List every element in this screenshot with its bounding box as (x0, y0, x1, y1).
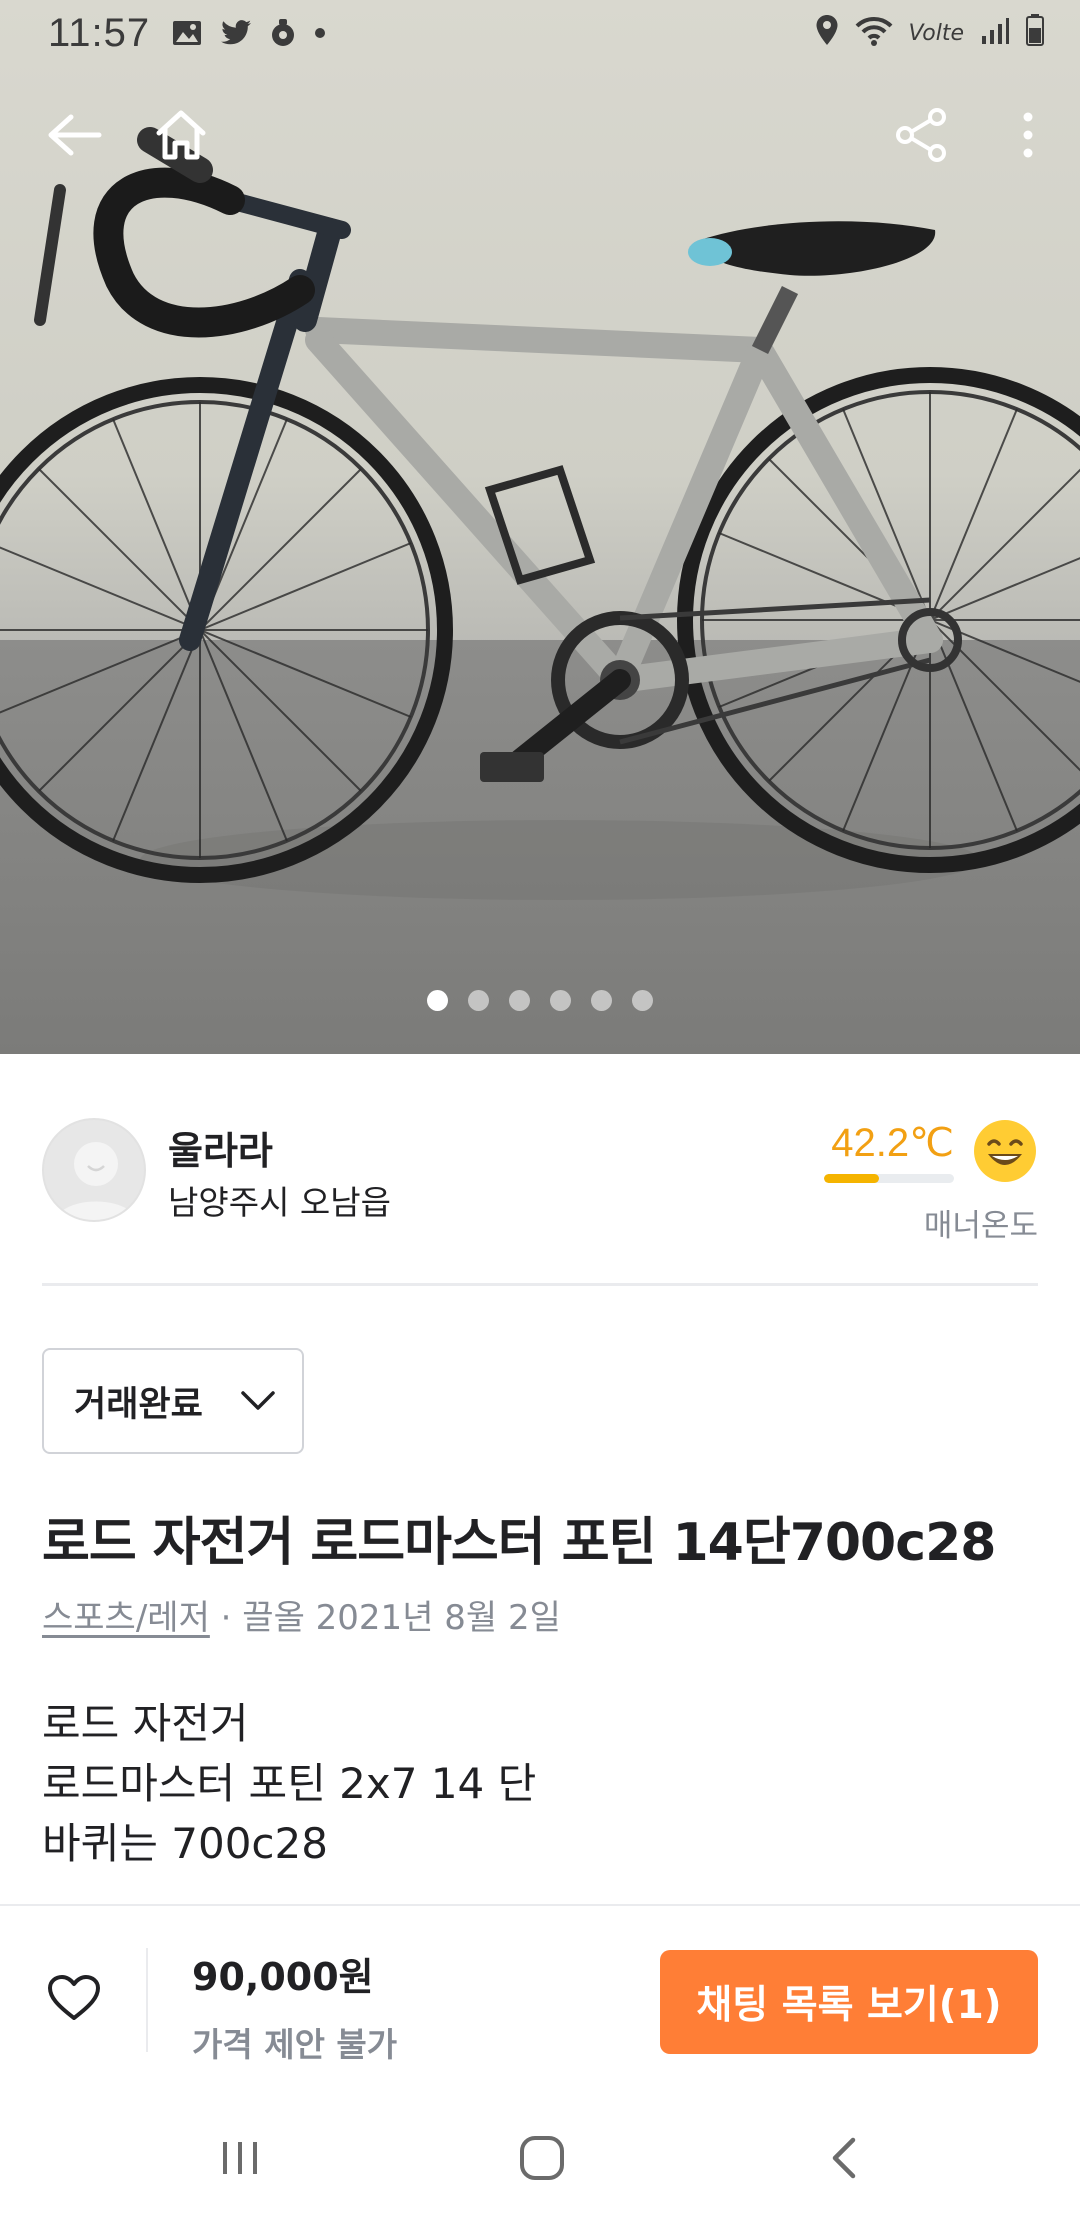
recent-apps-button[interactable] (210, 2130, 270, 2186)
home-button[interactable] (146, 100, 216, 170)
section-divider (42, 1283, 1038, 1286)
default-avatar-icon (55, 1142, 137, 1220)
description-line: 로드 자전거 (42, 1699, 249, 1748)
carousel-dot (427, 990, 448, 1011)
listing-detail-screen: 11:57 Volte 울라라 남양주시 오남읍 42.2℃ 매너온도 거래완료… (0, 0, 1080, 2220)
location-icon (815, 11, 839, 55)
manner-temperature-bar (824, 1174, 954, 1183)
volte-label: Volte (908, 20, 965, 46)
seller-name: 울라라 (168, 1129, 273, 1173)
carousel-dot (632, 990, 653, 1011)
price-offer-note: 가격 제안 불가 (192, 2025, 398, 2064)
back-arrow-icon (48, 114, 102, 156)
listing-meta: 스포츠/레저 · 끌올 2021년 8월 2일 (42, 1590, 561, 1639)
home-square-icon (520, 2136, 564, 2180)
status-bar: 11:57 Volte (0, 0, 1080, 66)
seller-location: 남양주시 오남읍 (168, 1183, 392, 1222)
category-link[interactable]: 스포츠/레저 (42, 1598, 210, 1638)
description-line: 로드마스터 포틴 2x7 14 단 (42, 1759, 537, 1808)
chat-list-button[interactable]: 채팅 목록 보기(1) (660, 1950, 1038, 2054)
chevron-down-icon (241, 1391, 275, 1410)
more-button[interactable] (1000, 100, 1056, 170)
home-icon (156, 110, 206, 160)
trade-status-value: 거래완료 (74, 1384, 203, 1425)
system-navigation-bar (0, 2094, 1080, 2220)
recent-apps-icon (223, 2142, 257, 2174)
manner-temperature[interactable]: 42.2℃ 매너온도 (798, 1110, 1038, 1244)
system-home-button[interactable] (512, 2130, 572, 2186)
wifi-icon (855, 11, 893, 55)
manner-temperature-value: 42.2℃ (831, 1121, 954, 1165)
bottom-action-bar: 90,000원 가격 제안 불가 채팅 목록 보기(1) (0, 1904, 1080, 2094)
status-right-group: Volte (815, 11, 1044, 55)
more-vertical-icon (1023, 112, 1033, 158)
heart-icon (48, 1975, 100, 2020)
seller-profile[interactable]: 울라라 남양주시 오남읍 42.2℃ 매너온도 (42, 1100, 1038, 1244)
gallery-notification-icon (172, 19, 202, 47)
smile-face-icon (972, 1118, 1038, 1184)
battery-icon (1026, 11, 1044, 55)
share-button[interactable] (886, 100, 956, 170)
description-line: 바퀴는 700c28 (42, 1819, 328, 1868)
status-time: 11:57 (48, 10, 151, 55)
twitter-notification-icon (220, 19, 252, 47)
price: 90,000원 (192, 1955, 374, 1999)
carousel-dot (509, 990, 530, 1011)
carousel-dot (591, 990, 612, 1011)
product-photo[interactable]: 11:57 Volte (0, 0, 1080, 1054)
like-button[interactable] (42, 1966, 106, 2030)
top-navigation (0, 100, 1080, 180)
app-notification-icon (270, 18, 296, 48)
signal-icon (980, 11, 1010, 55)
listing-description: 로드 자전거 로드마스터 포틴 2x7 14 단 바퀴는 700c28 (42, 1694, 536, 1874)
bump-date: 끌올 2021년 8월 2일 (242, 1598, 561, 1638)
back-button[interactable] (40, 100, 110, 170)
carousel-dot (550, 990, 571, 1011)
share-icon (896, 108, 946, 162)
more-notifications-dot-icon (314, 27, 326, 39)
meta-separator: · (220, 1598, 232, 1638)
listing-title: 로드 자전거 로드마스터 포틴 14단700c28 (42, 1513, 996, 1573)
system-back-button[interactable] (814, 2130, 874, 2186)
manner-temperature-label: 매너온도 (923, 1208, 1038, 1244)
carousel-dot (468, 990, 489, 1011)
vertical-divider (146, 1948, 148, 2052)
manner-temperature-fill (824, 1174, 879, 1183)
avatar[interactable] (42, 1118, 146, 1222)
carousel-indicator (0, 990, 1080, 1011)
chevron-left-icon (832, 2137, 856, 2179)
trade-status-select[interactable]: 거래완료 (42, 1348, 304, 1454)
